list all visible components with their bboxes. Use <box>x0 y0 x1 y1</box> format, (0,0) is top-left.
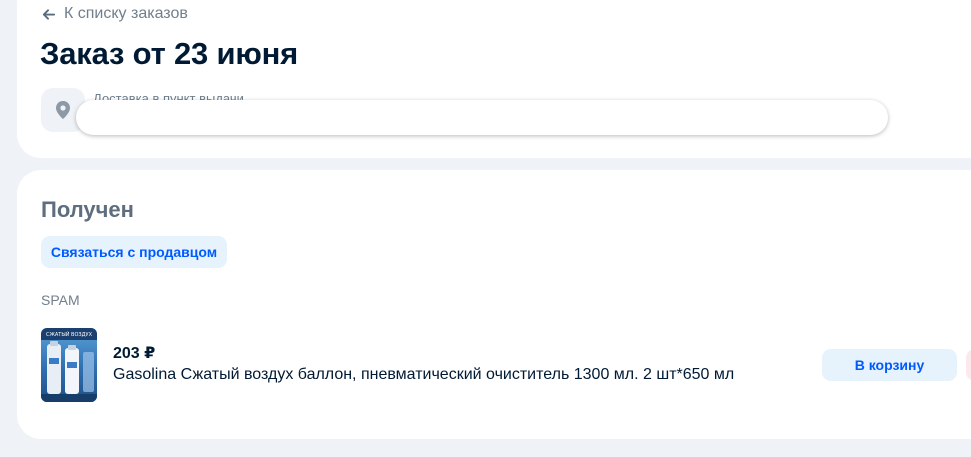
add-to-cart-button[interactable]: В корзину <box>822 349 957 381</box>
product-price: 203 ₽ <box>113 345 156 362</box>
order-status: Получен <box>41 197 134 222</box>
order-details-card <box>17 170 971 439</box>
product-image-caption: СЖАТЫЙ ВОЗДУХ <box>46 331 93 338</box>
redacted-address-field <box>76 100 888 135</box>
seller-name[interactable]: SPAM <box>41 292 80 308</box>
map-pin-icon <box>56 101 70 119</box>
product-title-link[interactable]: Gasolina Сжатый воздух баллон, пневматич… <box>113 366 734 384</box>
product-image[interactable]: СЖАТЫЙ ВОЗДУХ <box>41 328 97 402</box>
arrow-left-icon <box>42 8 56 20</box>
contact-seller-button[interactable]: Связаться с продавцом <box>41 236 227 268</box>
product-image-art: СЖАТЫЙ ВОЗДУХ <box>41 328 97 402</box>
back-link-label[interactable]: К списку заказов <box>64 5 188 23</box>
secondary-action-button[interactable] <box>966 349 971 381</box>
back-to-orders-link[interactable]: К списку заказов <box>41 4 188 24</box>
page-title: Заказ от 23 июня <box>40 36 299 71</box>
